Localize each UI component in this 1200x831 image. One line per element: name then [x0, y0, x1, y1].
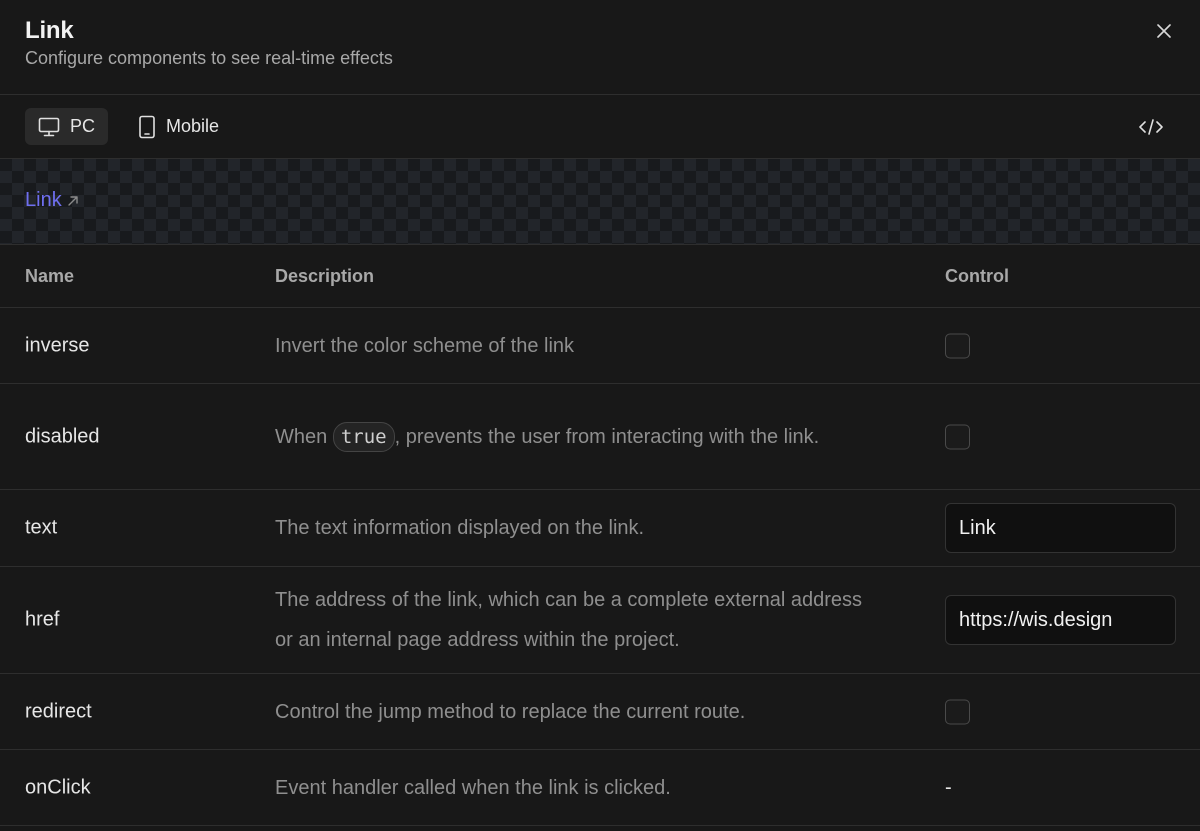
table-row: disabled When true, prevents the user fr…: [0, 384, 1200, 490]
prop-description: The text information displayed on the li…: [275, 517, 645, 539]
prop-description: When true, prevents the user from intera…: [275, 417, 875, 457]
close-icon: [1157, 24, 1171, 38]
prop-description: Invert the color scheme of the link: [275, 334, 575, 357]
prop-description: The address of the link, which can be a …: [275, 589, 862, 651]
table-row: text The text information displayed on t…: [0, 490, 1200, 567]
prop-name: inverse: [25, 334, 90, 356]
column-header-control: Control: [945, 266, 1009, 286]
device-toolbar: PC Mobile: [0, 95, 1200, 159]
no-control-placeholder: -: [945, 776, 952, 798]
table-row: onClick Event handler called when the li…: [0, 750, 1200, 826]
pc-device-button[interactable]: PC: [25, 108, 109, 145]
prop-name: href: [25, 608, 60, 631]
panel-title: Link: [25, 17, 74, 44]
code-icon: [1139, 119, 1163, 135]
close-button[interactable]: [1150, 17, 1178, 45]
inverse-checkbox[interactable]: [945, 333, 970, 358]
prop-name: onClick: [25, 776, 91, 798]
table-row: inverse Invert the color scheme of the l…: [0, 308, 1200, 384]
preview-link[interactable]: Link: [25, 189, 80, 212]
column-header-description: Description: [275, 266, 375, 286]
monitor-icon: [38, 117, 60, 136]
props-table: Name Description Control inverse Invert …: [0, 245, 1200, 826]
table-row: href The address of the link, which can …: [0, 567, 1200, 674]
column-header-name: Name: [25, 266, 75, 286]
prop-name: disabled: [25, 425, 100, 447]
text-input[interactable]: [945, 503, 1176, 553]
code-chip: true: [332, 421, 395, 452]
table-header-row: Name Description Control: [0, 245, 1200, 308]
description-text: When: [275, 425, 328, 448]
href-input[interactable]: [945, 595, 1176, 645]
mobile-device-label: Mobile: [166, 116, 220, 136]
component-preview: Link: [0, 159, 1200, 245]
redirect-checkbox[interactable]: [945, 699, 970, 724]
pc-device-label: PC: [70, 116, 96, 136]
prop-description: Event handler called when the link is cl…: [275, 776, 671, 799]
mobile-device-button[interactable]: Mobile: [125, 108, 232, 145]
prop-description: Control the jump method to replace the c…: [275, 700, 746, 723]
description-text: , prevents the user from interacting wit…: [394, 425, 820, 448]
arrow-up-right-icon: [68, 195, 78, 206]
panel-subtitle: Configure components to see real-time ef…: [25, 48, 393, 68]
panel-header: Link Configure components to see real-ti…: [0, 0, 1200, 95]
mobile-phone-icon: [139, 115, 155, 138]
disabled-checkbox[interactable]: [945, 424, 970, 449]
preview-link-text: Link: [25, 189, 62, 211]
prop-name: redirect: [25, 700, 92, 722]
table-row: redirect Control the jump method to repl…: [0, 674, 1200, 750]
prop-name: text: [25, 516, 58, 539]
view-code-button[interactable]: [1134, 111, 1168, 143]
